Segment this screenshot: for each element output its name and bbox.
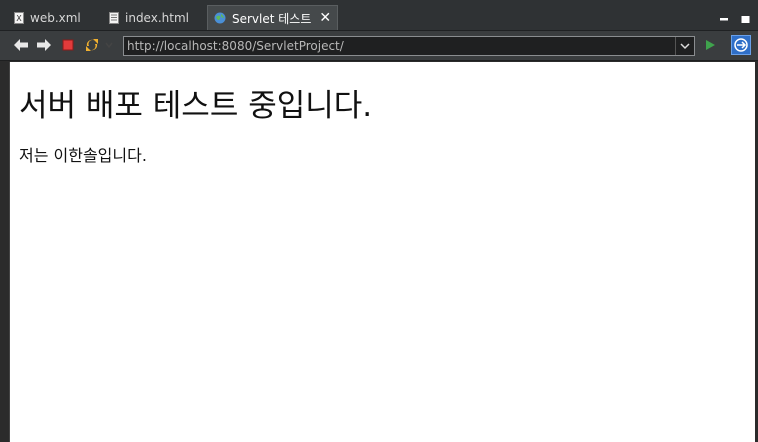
svg-text:X: X bbox=[16, 14, 22, 23]
tab-label: web.xml bbox=[30, 10, 81, 25]
close-tab-icon[interactable]: ✕ bbox=[319, 10, 331, 26]
tab-label: index.html bbox=[125, 10, 189, 25]
url-dropdown-chevron-icon[interactable] bbox=[675, 37, 694, 55]
browser-icon[interactable] bbox=[731, 35, 751, 55]
go-play-icon[interactable] bbox=[701, 37, 719, 53]
page-paragraph: 저는 이한솔입니다. bbox=[19, 146, 147, 165]
view-controls bbox=[720, 9, 750, 23]
tab-servlet-test[interactable]: Servlet 테스트 ✕ bbox=[207, 5, 339, 30]
page-heading: 서버 배포 테스트 중입니다. bbox=[19, 88, 373, 124]
stop-icon[interactable] bbox=[59, 37, 77, 53]
xml-file-icon: X bbox=[14, 11, 24, 24]
url-input[interactable] bbox=[124, 38, 675, 54]
minimize-icon[interactable] bbox=[720, 9, 729, 21]
tab-web-xml[interactable]: X web.xml bbox=[8, 5, 87, 30]
refresh-icon[interactable] bbox=[83, 37, 101, 53]
address-bar[interactable] bbox=[123, 36, 695, 56]
editor-tab-bar: X web.xml index.html Servlet 테스트 ✕ bbox=[0, 0, 758, 31]
browser-window: X web.xml index.html Servlet 테스트 ✕ http:… bbox=[0, 0, 758, 442]
back-arrow-icon[interactable] bbox=[12, 37, 30, 53]
browser-toolbar bbox=[0, 31, 758, 61]
html-file-icon bbox=[109, 11, 119, 24]
left-frame bbox=[0, 61, 9, 442]
separator-chevron-icon bbox=[104, 37, 114, 53]
page-content: 서버 배포 테스트 중입니다. 저는 이한솔입니다. bbox=[9, 62, 755, 442]
tab-index-html[interactable]: index.html bbox=[103, 5, 195, 30]
forward-arrow-icon[interactable] bbox=[35, 37, 53, 53]
maximize-icon[interactable] bbox=[741, 9, 750, 23]
tab-label: Servlet 테스트 bbox=[232, 11, 312, 26]
globe-icon bbox=[214, 12, 226, 24]
